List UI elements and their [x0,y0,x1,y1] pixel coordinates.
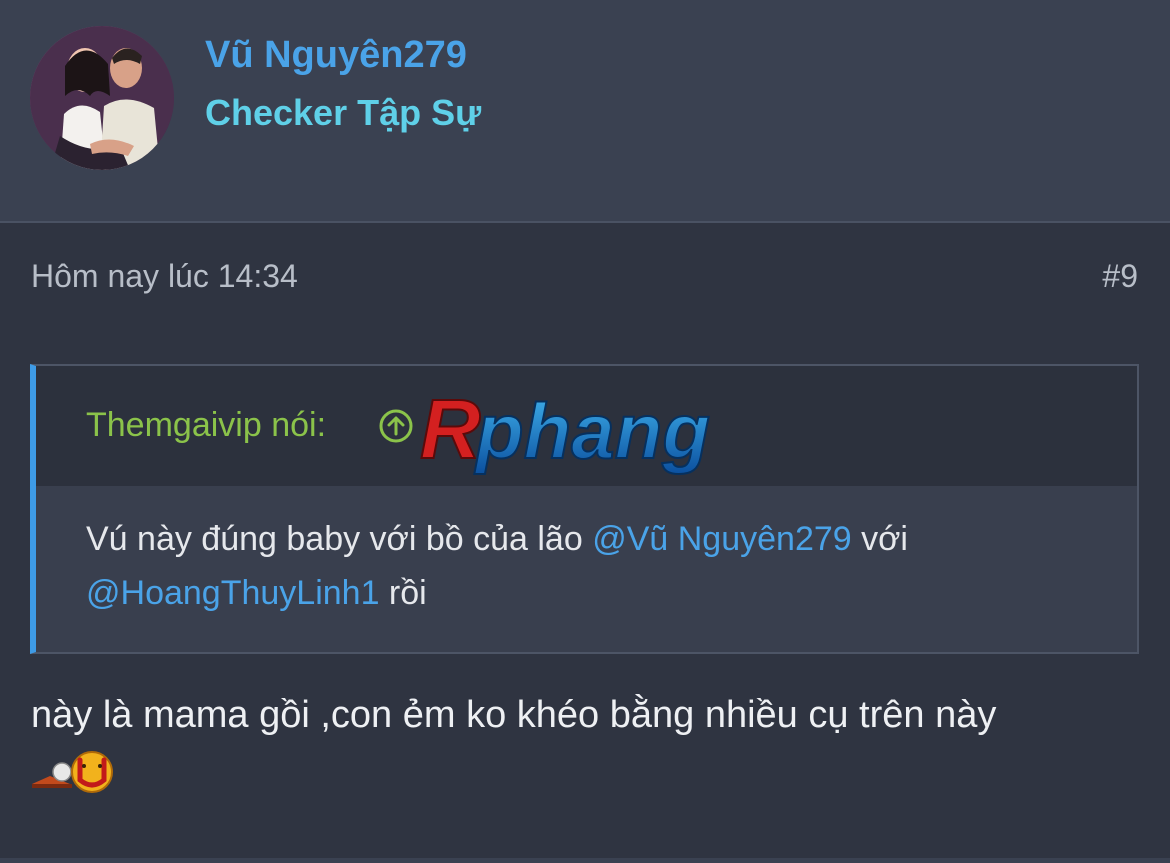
quote-text-part: với [851,520,908,558]
arrow-up-circle-icon[interactable] [378,408,414,444]
quote-text-part: rồi [379,574,427,612]
mention-link[interactable]: @HoangThuyLinh1 [86,574,379,612]
avatar[interactable] [30,26,174,170]
quote-text: Vú này đúng baby với bồ của lão @Vũ Nguy… [86,512,1106,620]
rphang-logo: R phang [419,388,711,476]
svg-text:R: R [420,388,481,476]
smiley-emoji-icon [32,751,113,793]
divider [0,858,1170,863]
user-header: Vũ Nguyên279 Checker Tập Sự [0,0,1170,223]
quote-block: Themgaivip nói: R phang Vú này đúng baby… [30,364,1139,654]
post-timestamp[interactable]: Hôm nay lúc 14:34 [31,258,298,295]
avatar-image [30,26,174,170]
username[interactable]: Vũ Nguyên279 [205,34,467,77]
svg-text:phang: phang [474,388,710,475]
post-number[interactable]: #9 [1102,258,1138,295]
quote-text-part: Vú này đúng baby với bồ của lão [86,520,593,558]
quote-header: Themgaivip nói: R phang [36,366,1137,486]
post-body: này là mama gồi ,con ẻm ko khéo bằng nhi… [31,694,997,736]
user-title: Checker Tập Sự [205,92,482,133]
quote-attribution[interactable]: Themgaivip nói: [86,406,326,445]
mention-link[interactable]: @Vũ Nguyên279 [592,520,851,558]
